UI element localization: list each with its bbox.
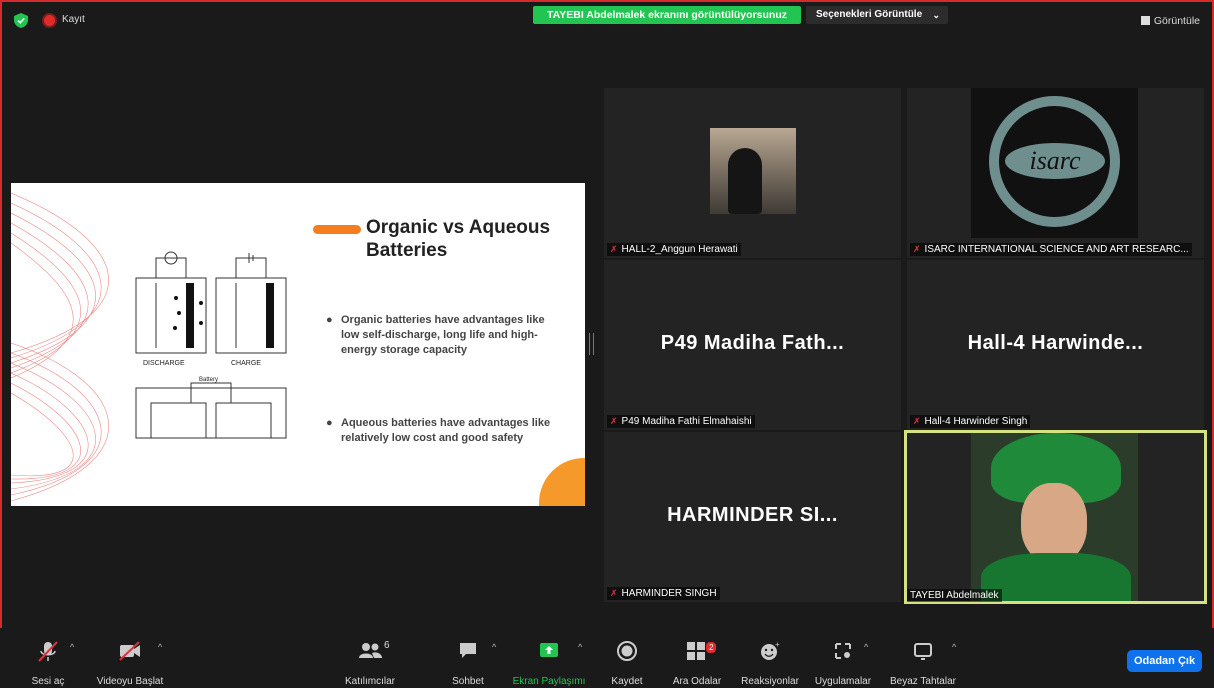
chat-options-caret-icon[interactable]: ^ bbox=[492, 642, 496, 652]
shield-icon[interactable] bbox=[14, 13, 28, 28]
share-banner: TAYEBI Abdelmalek ekranını görüntülüyors… bbox=[533, 6, 801, 24]
mic-muted-icon: ✗ bbox=[610, 416, 618, 426]
participant-name-tag: TAYEBI Abdelmalek bbox=[907, 589, 1002, 602]
view-options-label: Seçenekleri Görüntüle bbox=[816, 9, 923, 20]
mic-muted-icon: ✗ bbox=[610, 588, 618, 598]
reactions-icon: + bbox=[761, 640, 780, 660]
slide-bullet-text: Aqueous batteries have advantages like r… bbox=[341, 417, 551, 444]
start-video-button[interactable]: Videoyu Başlat bbox=[92, 640, 168, 687]
apps-options-caret-icon[interactable]: ^ bbox=[864, 642, 868, 652]
whiteboard-icon bbox=[914, 643, 932, 660]
participant-tile[interactable]: Hall-4 Harwinde... ✗ Hall-4 Harwinder Sin… bbox=[907, 260, 1204, 430]
participants-icon bbox=[359, 643, 382, 658]
slide-bullet: ● Aqueous batteries have advantages like… bbox=[326, 416, 561, 446]
top-bar: Kayıt TAYEBI Abdelmalek ekranını görüntü… bbox=[0, 0, 1214, 40]
whiteboards-button[interactable]: Beyaz Tahtalar bbox=[886, 640, 960, 687]
participant-name: P49 Madiha Fathi Elmahaishi bbox=[621, 416, 752, 427]
unmute-label: Sesi aç bbox=[31, 676, 65, 687]
audio-options-caret-icon[interactable]: ^ bbox=[70, 642, 74, 652]
start-video-label: Videoyu Başlat bbox=[96, 676, 164, 687]
participant-name: TAYEBI Abdelmalek bbox=[910, 590, 999, 601]
bullet-dot-icon: ● bbox=[326, 314, 333, 326]
participant-name: Hall-4 Harwinder Singh bbox=[924, 416, 1028, 427]
splitter-handle[interactable] bbox=[589, 333, 594, 355]
record-button[interactable]: Kaydet bbox=[605, 640, 649, 687]
participant-name-tag: ✗ HARMINDER SINGH bbox=[607, 587, 720, 600]
chat-icon bbox=[460, 643, 476, 658]
view-options-dropdown[interactable]: Seçenekleri Görüntüle ⌄ bbox=[806, 6, 948, 24]
mic-muted-icon: ✗ bbox=[610, 244, 618, 254]
slide-bullet-text: Organic batteries have advantages like l… bbox=[341, 314, 545, 356]
participants-label: Katılımcılar bbox=[344, 676, 395, 687]
chat-label: Sohbet bbox=[452, 676, 484, 687]
slide-bullet: ● Organic batteries have advantages like… bbox=[326, 313, 561, 358]
participant-big-name: Hall-4 Harwinde... bbox=[967, 332, 1144, 354]
video-options-caret-icon[interactable]: ^ bbox=[158, 642, 162, 652]
participant-photo bbox=[710, 128, 796, 214]
meeting-toolbar: Sesi aç ^ Videoyu Başlat ^ 6 Katılımcıla… bbox=[0, 628, 1214, 688]
participants-count: 6 bbox=[384, 640, 390, 651]
participant-name-tag: ✗ Hall-4 Harwinder Singh bbox=[910, 415, 1031, 428]
reactions-label: Reaksiyonlar bbox=[741, 676, 799, 687]
participants-button[interactable]: 6 Katılımcılar bbox=[340, 640, 400, 687]
wave-decoration bbox=[11, 192, 109, 502]
video-off-icon bbox=[119, 641, 140, 661]
mic-muted-icon: ✗ bbox=[913, 244, 921, 254]
whiteboard-options-caret-icon[interactable]: ^ bbox=[952, 642, 956, 652]
participant-photo bbox=[971, 433, 1138, 601]
participant-name-tag: ✗ HALL-2_Anggun Herawati bbox=[607, 243, 741, 256]
breakout-badge: 2 bbox=[706, 642, 717, 653]
mic-muted-icon bbox=[38, 641, 58, 662]
shared-screen[interactable]: DISCHARGE CHARGE Battery Organic vs Aque… bbox=[11, 183, 585, 506]
orange-circle-decoration bbox=[539, 458, 585, 506]
breakout-rooms-button[interactable]: 2 Ara Odalar bbox=[668, 640, 726, 687]
active-speaker-tile[interactable]: TAYEBI Abdelmalek bbox=[904, 430, 1207, 604]
slide-title: Organic vs Aqueous Batteries bbox=[366, 217, 551, 261]
record-icon bbox=[617, 641, 637, 661]
whiteboards-label: Beyaz Tahtalar bbox=[890, 676, 956, 687]
participant-tile[interactable]: P49 Madiha Fath... ✗ P49 Madiha Fathi Elm… bbox=[604, 260, 901, 430]
layout-icon bbox=[1140, 16, 1150, 25]
participant-name: ISARC INTERNATIONAL SCIENCE AND ART RESE… bbox=[924, 244, 1189, 255]
title-accent-bar bbox=[313, 225, 361, 234]
apps-label: Uygulamalar bbox=[814, 676, 872, 687]
participant-tile[interactable]: isarc ✗ ISARC INTERNATIONAL SCIENCE AND A… bbox=[907, 88, 1204, 258]
share-screen-button[interactable]: Ekran Paylaşımı bbox=[510, 640, 588, 687]
share-screen-icon bbox=[540, 643, 558, 657]
charge-label: CHARGE bbox=[231, 360, 261, 367]
record-label: Kaydet bbox=[611, 676, 643, 687]
participant-tile[interactable]: ✗ HALL-2_Anggun Herawati bbox=[604, 88, 901, 258]
share-options-caret-icon[interactable]: ^ bbox=[578, 642, 582, 652]
recording-label[interactable]: Kayıt bbox=[62, 14, 85, 25]
breakout-rooms-label: Ara Odalar bbox=[672, 676, 722, 687]
discharge-label: DISCHARGE bbox=[143, 360, 185, 367]
view-button[interactable]: Görüntüle bbox=[1140, 15, 1200, 27]
mic-muted-icon: ✗ bbox=[913, 416, 921, 426]
unmute-button[interactable]: Sesi aç bbox=[28, 640, 68, 687]
share-screen-label: Ekran Paylaşımı bbox=[512, 676, 586, 687]
leave-meeting-button[interactable]: Odadan Çık bbox=[1127, 650, 1202, 672]
recording-dot-icon[interactable] bbox=[44, 15, 55, 26]
participant-name: HARMINDER SINGH bbox=[621, 588, 717, 599]
apps-icon bbox=[835, 643, 851, 659]
participant-name-tag: ✗ ISARC INTERNATIONAL SCIENCE AND ART RES… bbox=[910, 243, 1192, 256]
bullet-dot-icon: ● bbox=[326, 417, 333, 429]
participant-big-name: P49 Madiha Fath... bbox=[660, 332, 845, 354]
chat-button[interactable]: Sohbet bbox=[447, 640, 489, 687]
participant-tile[interactable]: HARMINDER SI... ✗ HARMINDER SINGH bbox=[604, 432, 901, 602]
svg-text:+: + bbox=[775, 640, 780, 649]
reactions-button[interactable]: + Reaksiyonlar bbox=[738, 640, 802, 687]
participant-big-name: HARMINDER SI... bbox=[667, 504, 838, 526]
battery-label: Battery bbox=[199, 377, 218, 383]
isarc-logo-text: isarc bbox=[1005, 143, 1105, 179]
chevron-down-icon: ⌄ bbox=[932, 10, 940, 20]
isarc-logo: isarc bbox=[971, 88, 1138, 238]
view-button-label: Görüntüle bbox=[1153, 15, 1200, 27]
participant-name: HALL-2_Anggun Herawati bbox=[621, 244, 738, 255]
participant-name-tag: ✗ P49 Madiha Fathi Elmahaishi bbox=[607, 415, 755, 428]
battery-diagram: DISCHARGE CHARGE Battery bbox=[135, 251, 287, 439]
